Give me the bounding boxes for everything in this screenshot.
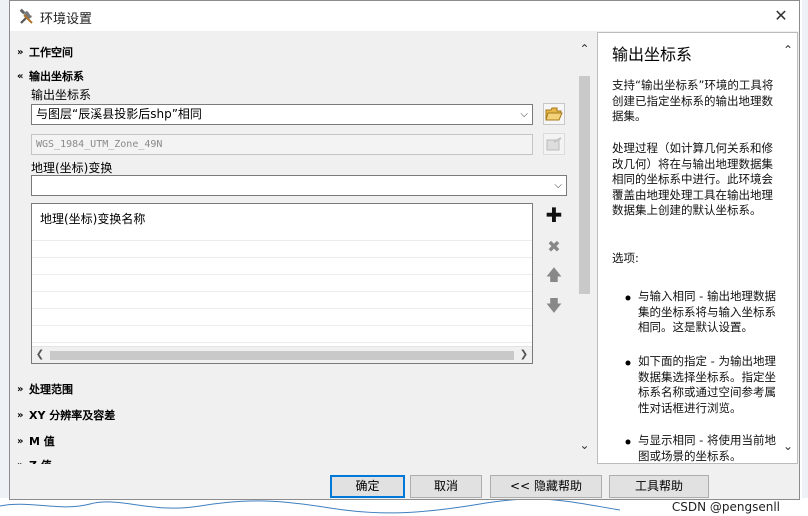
coord-name-field: WGS_1984_UTM_Zone_49N — [31, 134, 533, 155]
geo-transform-select[interactable]: ⌵ — [31, 175, 567, 196]
scroll-left-icon[interactable]: ❮ — [32, 347, 48, 363]
section-workspace-label: 工作空间 — [29, 46, 73, 59]
scroll-up-icon[interactable]: ⌃ — [781, 43, 795, 57]
arrow-down-icon: 🡇 — [545, 295, 563, 315]
expand-chevron-icon: » — [17, 383, 24, 395]
ok-button[interactable]: 确定 — [330, 475, 405, 498]
expand-chevron-icon: » — [17, 409, 24, 421]
section-output-coord-label: 输出坐标系 — [29, 70, 84, 83]
hide-help-button[interactable]: << 隐藏帮助 — [490, 475, 602, 498]
help-bullet: 如下面的指定 - 为输出地理数据集选择坐标系。指定坐标系名称或通过空间参考属性对… — [638, 354, 776, 415]
chevron-down-icon: ⌵ — [554, 180, 562, 191]
section-m-values[interactable]: » M 值 — [17, 433, 55, 449]
move-up-button[interactable]: 🡅 — [543, 264, 565, 288]
bullet-icon — [625, 439, 631, 445]
scroll-down-icon[interactable]: ⌄ — [576, 438, 593, 455]
collapse-chevron-icon: « — [17, 70, 24, 82]
move-down-button[interactable]: 🡇 — [543, 295, 565, 319]
list-row[interactable] — [32, 241, 532, 258]
dialog-titlebar[interactable]: 环境设置 ✕ — [10, 1, 799, 31]
section-workspace[interactable]: » 工作空间 — [17, 44, 73, 60]
close-icon: ✖ — [547, 236, 561, 256]
geo-transform-list[interactable]: 地理(坐标)变换名称 ❮ ❯ — [31, 203, 533, 364]
output-coord-selected-value: 与图层“辰溪县投影后shp”相同 — [36, 107, 202, 121]
help-vertical-scrollbar[interactable]: ⌃ ⌄ — [781, 41, 795, 461]
geo-transform-label: 地理(坐标)变换 — [31, 161, 113, 175]
output-coord-select[interactable]: 与图层“辰溪县投影后shp”相同 ⌵ — [31, 104, 533, 125]
cancel-button[interactable]: 取消 — [410, 475, 482, 498]
section-xy-resolution-label: XY 分辨率及容差 — [29, 409, 116, 422]
coord-properties-button[interactable] — [543, 133, 565, 155]
remove-transform-button[interactable]: ✖ — [543, 235, 565, 257]
output-coord-label: 输出坐标系 — [31, 88, 92, 102]
help-title: 输出坐标系 — [612, 45, 693, 64]
vertical-scroll-thumb[interactable] — [579, 76, 590, 294]
list-row[interactable] — [32, 275, 532, 292]
browse-folder-button[interactable] — [543, 103, 565, 125]
list-row[interactable] — [32, 224, 532, 241]
section-xy-resolution[interactable]: » XY 分辨率及容差 — [17, 407, 115, 423]
folder-open-icon — [545, 107, 563, 121]
help-paragraph: 处理过程（如计算几何关系和修改几何）将在与输出地理数据集相同的坐标系中进行。此环… — [612, 141, 773, 217]
coord-name-value: WGS_1984_UTM_Zone_49N — [36, 139, 163, 150]
horizontal-scroll-thumb[interactable] — [50, 351, 514, 360]
list-row[interactable] — [32, 292, 532, 309]
settings-vertical-scrollbar[interactable]: ⌃ ⌄ — [576, 40, 593, 460]
help-options-label: 选项: — [612, 251, 639, 265]
watermark-text: CSDN @pengsenll — [671, 500, 780, 514]
bullet-icon — [625, 295, 631, 301]
settings-panel: » 工作空间 « 输出坐标系 输出坐标系 与图层“辰溪县投影后shp”相同 ⌵ … — [11, 32, 593, 464]
plus-icon: ✚ — [545, 203, 563, 227]
scroll-up-icon[interactable]: ⌃ — [576, 42, 593, 59]
list-row[interactable] — [32, 258, 532, 275]
help-paragraph: 支持“输出坐标系”环境的工具将创建已指定坐标系的输出地理数据集。 — [612, 78, 774, 123]
chevron-down-icon: ⌵ — [520, 109, 528, 120]
section-m-values-label: M 值 — [29, 435, 55, 448]
help-bullet: 与输入相同 - 输出地理数据集的坐标系将与输入坐标系相同。这是默认设置。 — [638, 289, 776, 334]
section-z-values[interactable]: » Z 值 — [17, 457, 52, 464]
horizontal-scrollbar[interactable]: ❮ ❯ — [32, 346, 532, 363]
help-panel: 输出坐标系 支持“输出坐标系”环境的工具将创建已指定坐标系的输出地理数据集。 处… — [597, 32, 798, 464]
close-icon: ✕ — [774, 6, 788, 25]
section-output-coord-system[interactable]: « 输出坐标系 — [17, 68, 84, 84]
section-z-values-label: Z 值 — [29, 457, 52, 464]
expand-chevron-icon: » — [17, 46, 24, 58]
bullet-icon — [625, 360, 631, 366]
list-row[interactable] — [32, 326, 532, 343]
expand-chevron-icon: » — [17, 460, 29, 465]
dialog-title: 环境设置 — [40, 12, 93, 27]
background-right-strip — [802, 0, 808, 516]
scroll-right-icon[interactable]: ❯ — [516, 347, 532, 363]
close-button[interactable]: ✕ — [769, 5, 793, 27]
expand-chevron-icon: » — [17, 435, 24, 447]
tools-icon — [18, 8, 36, 26]
section-processing-extent-label: 处理范围 — [29, 383, 73, 396]
help-bullet: 与显示相同 - 将使用当前地图或场景的坐标系。 — [638, 433, 776, 463]
properties-icon — [546, 137, 562, 151]
scroll-down-icon[interactable]: ⌄ — [781, 439, 795, 453]
environment-settings-dialog: 环境设置 ✕ » 工作空间 « 输出坐标系 输出坐标系 与图层“辰溪县投影后sh… — [9, 0, 800, 500]
section-processing-extent[interactable]: » 处理范围 — [17, 381, 73, 397]
add-transform-button[interactable]: ✚ — [543, 203, 565, 227]
arrow-up-icon: 🡅 — [545, 264, 563, 284]
list-row[interactable] — [32, 309, 532, 326]
tool-help-button[interactable]: 工具帮助 — [609, 475, 709, 498]
